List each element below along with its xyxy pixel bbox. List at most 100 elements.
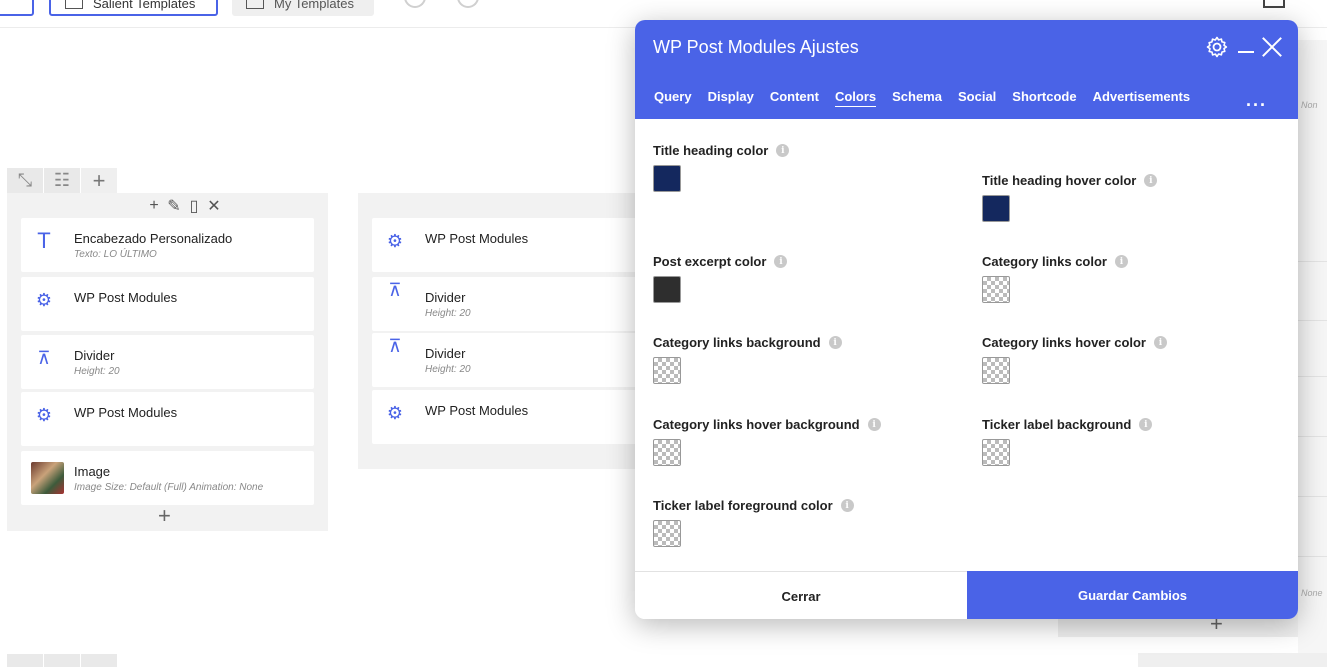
module-image[interactable]: Image Image Size: Default (Full) Animati… bbox=[21, 451, 314, 505]
module-divider[interactable]: ⊼ Divider Height: 20 bbox=[21, 335, 314, 389]
field-ticker-label-foreground-color: Ticker label foreground color i bbox=[653, 498, 854, 547]
save-button[interactable]: Guardar Cambios bbox=[967, 571, 1298, 619]
redo-icon[interactable] bbox=[457, 0, 479, 8]
info-icon[interactable]: i bbox=[776, 144, 790, 157]
tab-content[interactable]: Content bbox=[770, 89, 819, 107]
color-swatch[interactable] bbox=[653, 520, 681, 547]
module-wp-post-modules[interactable]: ⚙ WP Post Modules bbox=[21, 392, 314, 446]
field-label: Ticker label background bbox=[982, 417, 1132, 432]
module-custom-heading[interactable]: T Encabezado Personalizado Texto: LO ÚLT… bbox=[21, 218, 314, 272]
add-row-icon[interactable] bbox=[81, 654, 118, 667]
info-icon[interactable]: i bbox=[774, 255, 788, 268]
more-tabs-icon[interactable]: ... bbox=[1246, 90, 1267, 111]
field-label: Ticker label foreground color bbox=[653, 498, 833, 513]
ghost-text: Non bbox=[1301, 100, 1318, 110]
gear-icon: ⚙ bbox=[386, 230, 404, 251]
module-wp-post-modules[interactable]: ⚙ WP Post Modules bbox=[372, 218, 648, 272]
tab-social[interactable]: Social bbox=[958, 89, 996, 107]
add-icon[interactable]: + bbox=[146, 197, 162, 215]
column-tools: + ✎ ▯ ✕ bbox=[146, 196, 222, 216]
module-subtitle: Texto: LO ÚLTIMO bbox=[74, 249, 157, 260]
info-icon[interactable]: i bbox=[1154, 336, 1167, 349]
minimize-icon[interactable] bbox=[1238, 51, 1254, 53]
field-label: Category links background bbox=[653, 335, 821, 350]
my-templates-button[interactable]: My Templates bbox=[232, 0, 374, 16]
info-icon[interactable]: i bbox=[840, 499, 854, 512]
gear-icon[interactable] bbox=[1205, 35, 1229, 59]
info-icon[interactable]: i bbox=[867, 418, 881, 431]
tab-query[interactable]: Query bbox=[654, 89, 692, 107]
color-swatch[interactable] bbox=[982, 195, 1010, 222]
undo-icon[interactable] bbox=[404, 0, 426, 8]
module-title: Divider bbox=[425, 346, 466, 361]
tab-display[interactable]: Display bbox=[708, 89, 754, 107]
add-element-button[interactable] bbox=[0, 0, 34, 16]
field-category-links-hover-color: Category links hover color i bbox=[982, 335, 1167, 384]
close-icon[interactable] bbox=[1261, 36, 1283, 58]
module-wp-post-modules[interactable]: ⚙ WP Post Modules bbox=[21, 277, 314, 331]
divider-line bbox=[1298, 436, 1327, 437]
desktop-preview-icon[interactable] bbox=[1263, 0, 1285, 8]
cancel-button[interactable]: Cerrar bbox=[635, 572, 967, 619]
module-title: Divider bbox=[74, 348, 115, 363]
color-swatch[interactable] bbox=[653, 165, 681, 192]
color-swatch[interactable] bbox=[653, 276, 681, 303]
divider-icon: ⊼ bbox=[37, 347, 51, 368]
field-label: Title heading hover color bbox=[982, 173, 1137, 188]
tab-advertisements[interactable]: Advertisements bbox=[1093, 89, 1191, 107]
field-category-links-color: Category links color i bbox=[982, 254, 1128, 303]
module-subtitle: Height: 20 bbox=[74, 366, 120, 377]
salient-templates-label: Salient Templates bbox=[93, 0, 196, 11]
field-title-heading-hover-color: Title heading hover color i bbox=[982, 173, 1158, 222]
info-icon[interactable]: i bbox=[1114, 255, 1128, 268]
color-swatch[interactable] bbox=[653, 439, 681, 466]
divider-line bbox=[1298, 556, 1327, 557]
module-title: WP Post Modules bbox=[425, 231, 529, 246]
field-category-links-background: Category links background i bbox=[653, 335, 842, 384]
tab-colors[interactable]: Colors bbox=[834, 89, 877, 107]
info-icon[interactable]: i bbox=[828, 336, 842, 349]
color-swatch[interactable] bbox=[982, 439, 1010, 466]
tab-shortcode[interactable]: Shortcode bbox=[1012, 89, 1076, 107]
module-divider[interactable]: ⊼ Divider Height: 20 bbox=[372, 277, 648, 331]
module-divider[interactable]: ⊼ Divider Height: 20 bbox=[372, 333, 648, 387]
row-controls-2 bbox=[7, 654, 121, 667]
module-title: Image bbox=[74, 464, 111, 479]
color-swatch[interactable] bbox=[982, 357, 1010, 384]
module-subtitle: Image Size: Default (Full) Animation: No… bbox=[74, 482, 264, 493]
tab-schema[interactable]: Schema bbox=[892, 89, 942, 107]
clipboard-icon[interactable]: ▯ bbox=[186, 196, 202, 216]
module-title: WP Post Modules bbox=[425, 403, 529, 418]
pencil-icon[interactable]: ✎ bbox=[166, 196, 182, 216]
field-label: Category links color bbox=[982, 254, 1107, 269]
row-layout-icon[interactable] bbox=[44, 654, 81, 667]
field-label: Title heading color bbox=[653, 143, 769, 158]
divider-line bbox=[1298, 376, 1327, 377]
expand-row-icon[interactable]: ⤡ bbox=[7, 168, 44, 193]
info-icon[interactable]: i bbox=[1139, 418, 1153, 431]
field-category-links-hover-background: Category links hover background i bbox=[653, 417, 881, 466]
add-module-icon[interactable]: + bbox=[158, 503, 171, 529]
module-title: WP Post Modules bbox=[74, 405, 178, 420]
info-icon[interactable]: i bbox=[1144, 174, 1158, 187]
image-thumbnail bbox=[31, 462, 64, 494]
column-2: ⚙ WP Post Modules ⊼ Divider Height: 20 ⊼… bbox=[358, 193, 648, 469]
divider-line bbox=[1298, 496, 1327, 497]
add-row-icon[interactable]: + bbox=[81, 168, 118, 193]
module-wp-post-modules[interactable]: ⚙ WP Post Modules bbox=[372, 390, 648, 444]
gear-icon: ⚙ bbox=[35, 404, 53, 425]
color-swatch[interactable] bbox=[982, 276, 1010, 303]
row-layout-icon[interactable]: ☷ bbox=[44, 168, 81, 193]
divider-icon: ⊼ bbox=[388, 279, 402, 300]
module-subtitle: Height: 20 bbox=[425, 364, 471, 375]
field-label: Post excerpt color bbox=[653, 254, 767, 269]
templates-icon bbox=[65, 0, 83, 9]
field-label: Category links hover background bbox=[653, 417, 860, 432]
field-ticker-label-background: Ticker label background i bbox=[982, 417, 1153, 466]
close-icon[interactable]: ✕ bbox=[206, 196, 222, 216]
salient-templates-button[interactable]: Salient Templates bbox=[49, 0, 218, 16]
divider-line bbox=[1298, 320, 1327, 321]
color-swatch[interactable] bbox=[653, 357, 681, 384]
modal-header: WP Post Modules Ajustes Query Display Co… bbox=[635, 20, 1298, 119]
expand-row-icon[interactable] bbox=[7, 654, 44, 667]
